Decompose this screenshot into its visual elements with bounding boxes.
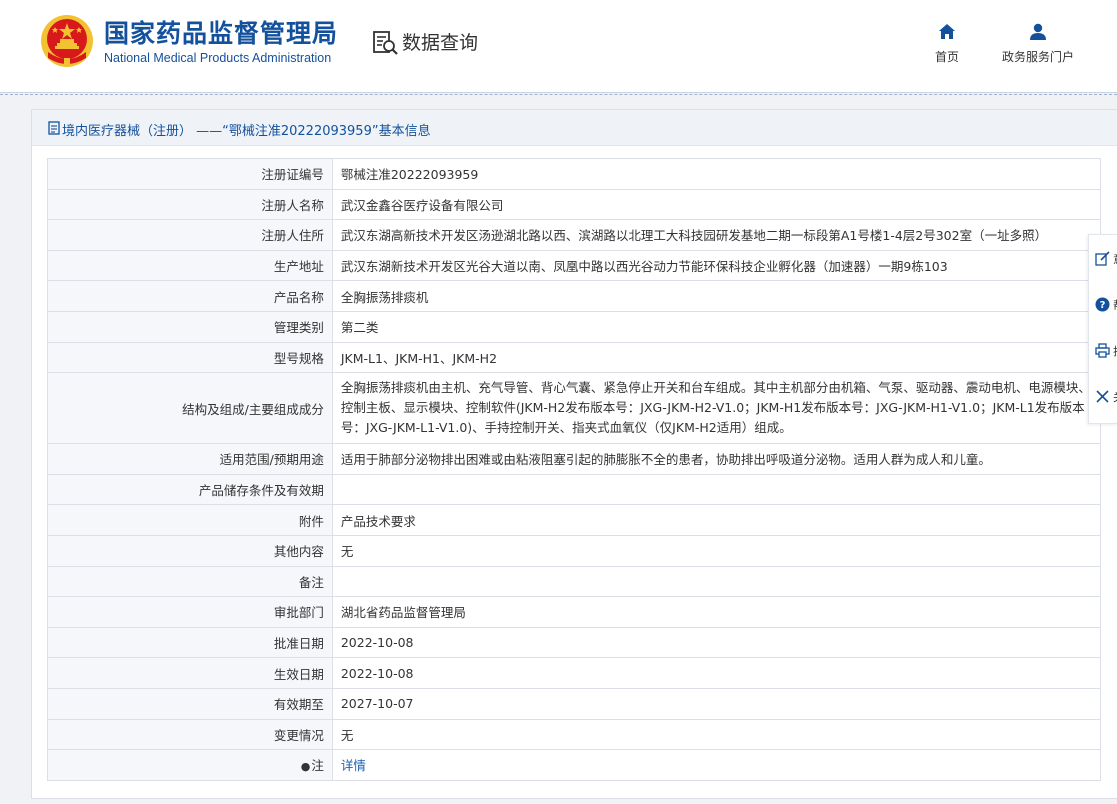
note-label-text: 注 <box>311 758 324 774</box>
close-button[interactable]: 关 <box>1089 375 1117 419</box>
table-row: 型号规格 JKM-L1、JKM-H1、JKM-H2 <box>47 341 1102 374</box>
field-value: 适用于肺部分泌物排出困难或由粘液阻塞引起的肺膨胀不全的患者，协助排出呼吸道分泌物… <box>331 443 1102 475</box>
field-value: 2022-10-08 <box>331 657 1102 689</box>
field-label: 其他内容 <box>47 534 333 567</box>
table-row: 注册人名称 武汉金鑫谷医疗设备有限公司 <box>47 188 1102 221</box>
nav-service-portal-label: 政务服务门户 <box>1001 50 1074 64</box>
field-value: 全胸振荡排痰机由主机、充气导管、背心气囊、紧急停止开关和台车组成。其中主机部分由… <box>331 372 1102 445</box>
field-label: 型号规格 <box>47 341 333 374</box>
close-label: 关 <box>1113 389 1117 404</box>
field-value <box>331 565 1102 598</box>
field-value: 产品技术要求 <box>331 504 1102 536</box>
field-label: 适用范围/预期用途 <box>47 443 333 475</box>
field-label: 注册人名称 <box>47 188 333 221</box>
user-icon <box>1030 23 1046 40</box>
field-label: 附件 <box>47 504 333 536</box>
edit-icon <box>1095 251 1110 266</box>
field-label: 注册证编号 <box>47 158 333 190</box>
table-row: 变更情况 无 <box>47 718 1102 751</box>
field-label: 产品名称 <box>47 280 333 312</box>
close-icon <box>1096 390 1109 403</box>
table-row-note: ●注 详情 <box>47 749 1102 781</box>
field-label: 有效期至 <box>47 687 333 720</box>
field-label: 备注 <box>47 565 333 598</box>
note-value: 详情 <box>331 749 1102 781</box>
table-row: 结构及组成/主要组成成分 全胸振荡排痰机由主机、充气导管、背心气囊、紧急停止开关… <box>47 372 1102 445</box>
data-query-label: 数据查询 <box>402 32 479 54</box>
print-label: 打 <box>1113 343 1117 358</box>
info-card: 境内医疗器械（注册） ——“鄂械注准20222093959”基本信息 注册证编号… <box>31 109 1117 799</box>
brand-name-en[interactable]: National Medical Products Administration <box>104 51 331 65</box>
details-link[interactable]: 详情 <box>341 758 366 773</box>
svg-text:?: ? <box>1100 300 1106 311</box>
nav-service-portal[interactable]: 政务服务门户 <box>996 22 1080 65</box>
feedback-label: 意 <box>1113 251 1117 266</box>
header-divider <box>0 94 1117 95</box>
field-value: 第二类 <box>331 310 1102 343</box>
help-button[interactable]: ? 帮 <box>1089 283 1117 327</box>
nav-home[interactable]: 首页 <box>925 22 969 65</box>
field-label: 产品储存条件及有效期 <box>47 473 333 506</box>
table-row: 备注 <box>47 565 1102 598</box>
field-label: 批准日期 <box>47 626 333 659</box>
field-value: 武汉金鑫谷医疗设备有限公司 <box>331 188 1102 221</box>
feedback-button[interactable]: 意 <box>1089 237 1117 281</box>
field-value <box>331 473 1102 506</box>
field-label: 结构及组成/主要组成成分 <box>47 372 333 445</box>
print-icon <box>1095 343 1110 358</box>
field-value: 2022-10-08 <box>331 626 1102 659</box>
table-row: 注册证编号 鄂械注准20222093959 <box>47 158 1102 190</box>
field-value: JKM-L1、JKM-H1、JKM-H2 <box>331 341 1102 374</box>
site-header: 国家药品监督管理局 National Medical Products Admi… <box>0 0 1117 93</box>
table-row: 其他内容 无 <box>47 534 1102 567</box>
basic-info-table: 注册证编号 鄂械注准20222093959 注册人名称 武汉金鑫谷医疗设备有限公… <box>47 158 1102 781</box>
field-label: 生效日期 <box>47 657 333 689</box>
table-row: 审批部门 湖北省药品监督管理局 <box>47 596 1102 628</box>
field-value: 湖北省药品监督管理局 <box>331 596 1102 628</box>
field-value: 无 <box>331 534 1102 567</box>
card-title: 境内医疗器械（注册） ——“鄂械注准20222093959”基本信息 <box>62 124 431 139</box>
table-row: 管理类别 第二类 <box>47 310 1102 343</box>
field-label: 管理类别 <box>47 310 333 343</box>
home-icon <box>939 24 955 39</box>
note-label: ●注 <box>47 749 333 781</box>
nav-home-label: 首页 <box>934 50 959 64</box>
field-value: 全胸振荡排痰机 <box>331 280 1102 312</box>
table-row: 产品储存条件及有效期 <box>47 473 1102 506</box>
field-value: 武汉东湖新技术开发区光谷大道以南、凤凰中路以西光谷动力节能环保科技企业孵化器（加… <box>331 249 1102 282</box>
table-row: 生产地址 武汉东湖新技术开发区光谷大道以南、凤凰中路以西光谷动力节能环保科技企业… <box>47 249 1102 282</box>
table-row: 生效日期 2022-10-08 <box>47 657 1102 689</box>
field-label: 审批部门 <box>47 596 333 628</box>
table-row: 适用范围/预期用途 适用于肺部分泌物排出困难或由粘液阻塞引起的肺膨胀不全的患者，… <box>47 443 1102 475</box>
table-row: 有效期至 2027-10-07 <box>47 687 1102 720</box>
field-value: 2027-10-07 <box>331 687 1102 720</box>
field-label: 注册人住所 <box>47 219 333 251</box>
table-row: 产品名称 全胸振荡排痰机 <box>47 280 1102 312</box>
national-emblem-icon[interactable] <box>40 14 94 68</box>
print-button[interactable]: 打 <box>1089 329 1117 373</box>
field-label: 生产地址 <box>47 249 333 282</box>
brand-name-cn[interactable]: 国家药品监督管理局 <box>104 14 338 50</box>
table-row: 批准日期 2022-10-08 <box>47 626 1102 659</box>
lightbulb-icon: ● <box>300 760 311 774</box>
card-title-bar: 境内医疗器械（注册） ——“鄂械注准20222093959”基本信息 <box>32 110 1117 146</box>
document-search-icon <box>373 31 398 55</box>
field-value: 武汉东湖高新技术开发区汤逊湖北路以西、滨湖路以北理工大科技园研发基地二期一标段第… <box>331 219 1102 251</box>
field-value: 无 <box>331 718 1102 751</box>
table-row: 注册人住所 武汉东湖高新技术开发区汤逊湖北路以西、滨湖路以北理工大科技园研发基地… <box>47 219 1102 251</box>
field-value: 鄂械注准20222093959 <box>331 158 1102 190</box>
field-label: 变更情况 <box>47 718 333 751</box>
help-label: 帮 <box>1113 297 1117 312</box>
table-row: 附件 产品技术要求 <box>47 504 1102 536</box>
floating-toolbar: 意 ? 帮 打 关 <box>1088 234 1117 424</box>
document-icon <box>48 121 60 135</box>
help-icon: ? <box>1095 297 1110 312</box>
